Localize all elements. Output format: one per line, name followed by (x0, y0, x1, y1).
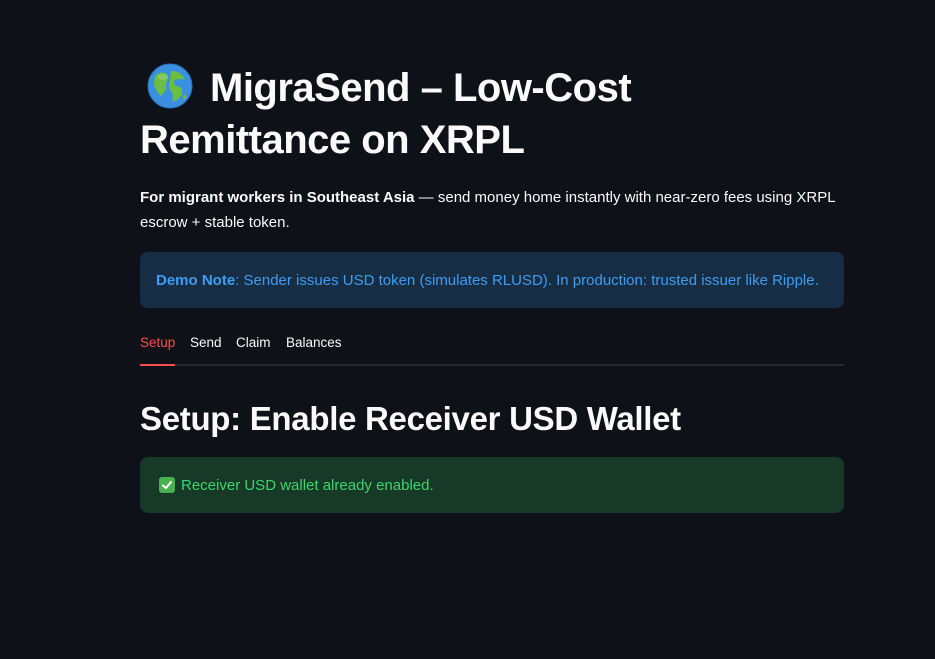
globe-icon (147, 63, 193, 109)
demo-note-label: Demo Note (156, 271, 236, 289)
setup-heading: Setup: Enable Receiver USD Wallet (140, 400, 681, 437)
page-title-text: MigraSend – Low-Cost Remittance on XRPL (140, 66, 632, 162)
subtitle-highlight: For migrant workers in Southeast Asia (140, 189, 415, 206)
page-title: MigraSend – Low-Cost Remittance on XRPL (140, 62, 844, 166)
success-message: Receiver USD wallet already enabled. (181, 476, 434, 494)
demo-note-alert: Demo Note: Sender issues USD token (simu… (140, 252, 844, 308)
demo-note-text: : Sender issues USD token (simulates RLU… (235, 271, 819, 289)
check-box-icon (159, 477, 175, 493)
page-subtitle: For migrant workers in Southeast Asia — … (140, 185, 844, 235)
tab-send[interactable]: Send (190, 328, 222, 364)
tab-bar: Setup Send Claim Balances (140, 328, 844, 366)
success-alert: Receiver USD wallet already enabled. (140, 457, 844, 513)
tab-balances[interactable]: Balances (286, 328, 342, 364)
tab-claim[interactable]: Claim (236, 328, 271, 364)
tab-setup[interactable]: Setup (140, 328, 176, 366)
